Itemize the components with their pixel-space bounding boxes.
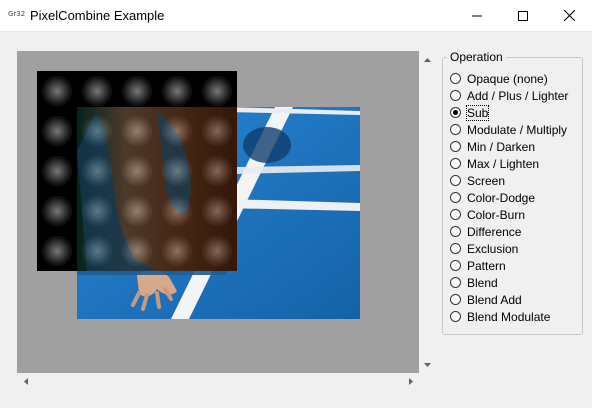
radio-option-label: Add / Plus / Lighter [467, 88, 569, 103]
radio-unselected-icon[interactable] [450, 294, 461, 305]
radio-option[interactable]: Pattern [450, 257, 506, 274]
radio-option-label: Sub [465, 104, 490, 121]
scroll-left-button[interactable] [17, 373, 34, 390]
radio-selected-icon[interactable] [450, 107, 461, 118]
triangle-right-icon [408, 378, 413, 385]
operation-legend: Operation [447, 50, 506, 64]
radio-option-label: Difference [467, 224, 522, 239]
radio-option[interactable]: Sub [450, 104, 490, 121]
triangle-down-icon [424, 362, 431, 367]
radio-option-label: Color-Burn [467, 207, 526, 222]
triangle-left-icon [23, 378, 28, 385]
radio-option[interactable]: Min / Darken [450, 138, 535, 155]
scrollbar-corner [419, 373, 436, 390]
radio-option-label: Max / Lighten [467, 156, 540, 171]
radio-option[interactable]: Opaque (none) [450, 70, 548, 87]
radio-option-label: Pattern [467, 258, 506, 273]
close-icon [563, 10, 575, 21]
radio-unselected-icon[interactable] [450, 260, 461, 271]
radio-option-label: Color-Dodge [467, 190, 536, 205]
radio-option-label: Blend [467, 275, 498, 290]
close-button[interactable] [546, 0, 592, 31]
scroll-down-button[interactable] [419, 356, 436, 373]
vertical-scrollbar[interactable] [419, 51, 436, 373]
image-view[interactable] [17, 51, 419, 373]
radio-option-label: Modulate / Multiply [467, 122, 568, 137]
radio-unselected-icon[interactable] [450, 243, 461, 254]
radio-option[interactable]: Blend Modulate [450, 308, 550, 325]
radio-unselected-icon[interactable] [450, 141, 461, 152]
radio-unselected-icon[interactable] [450, 124, 461, 135]
radio-option[interactable]: Blend Add [450, 291, 522, 308]
combined-result-image [37, 71, 237, 271]
radio-option[interactable]: Color-Burn [450, 206, 525, 223]
window-title: PixelCombine Example [30, 8, 165, 23]
minimize-button[interactable] [454, 0, 500, 31]
radio-option[interactable]: Blend [450, 274, 498, 291]
app-icon: Gr32 [8, 10, 26, 18]
radio-option[interactable]: Add / Plus / Lighter [450, 87, 568, 104]
radio-unselected-icon[interactable] [450, 209, 461, 220]
radio-option-label: Min / Darken [467, 139, 536, 154]
radio-option[interactable]: Exclusion [450, 240, 518, 257]
scroll-up-button[interactable] [419, 51, 436, 68]
maximize-icon [518, 10, 528, 21]
radio-option-label: Opaque (none) [467, 71, 548, 86]
radio-option-label: Blend Modulate [467, 309, 551, 324]
radio-unselected-icon[interactable] [450, 175, 461, 186]
radio-option[interactable]: Color-Dodge [450, 189, 535, 206]
radio-option[interactable]: Screen [450, 172, 505, 189]
title-bar: Gr32 PixelCombine Example [0, 0, 592, 32]
radio-option[interactable]: Max / Lighten [450, 155, 539, 172]
radio-option-label: Blend Add [467, 292, 522, 307]
radio-unselected-icon[interactable] [450, 311, 461, 322]
scroll-right-button[interactable] [402, 373, 419, 390]
horizontal-scrollbar[interactable] [17, 373, 419, 390]
radio-option[interactable]: Difference [450, 223, 521, 240]
triangle-up-icon [424, 57, 431, 62]
minimize-icon [472, 15, 482, 16]
radio-unselected-icon[interactable] [450, 277, 461, 288]
radio-unselected-icon[interactable] [450, 226, 461, 237]
radio-option-label: Screen [467, 173, 506, 188]
radio-unselected-icon[interactable] [450, 90, 461, 101]
radio-unselected-icon[interactable] [450, 192, 461, 203]
radio-unselected-icon[interactable] [450, 73, 461, 84]
radio-option-label: Exclusion [467, 241, 519, 256]
radio-unselected-icon[interactable] [450, 158, 461, 169]
radio-option[interactable]: Modulate / Multiply [450, 121, 567, 138]
maximize-button[interactable] [500, 0, 546, 31]
